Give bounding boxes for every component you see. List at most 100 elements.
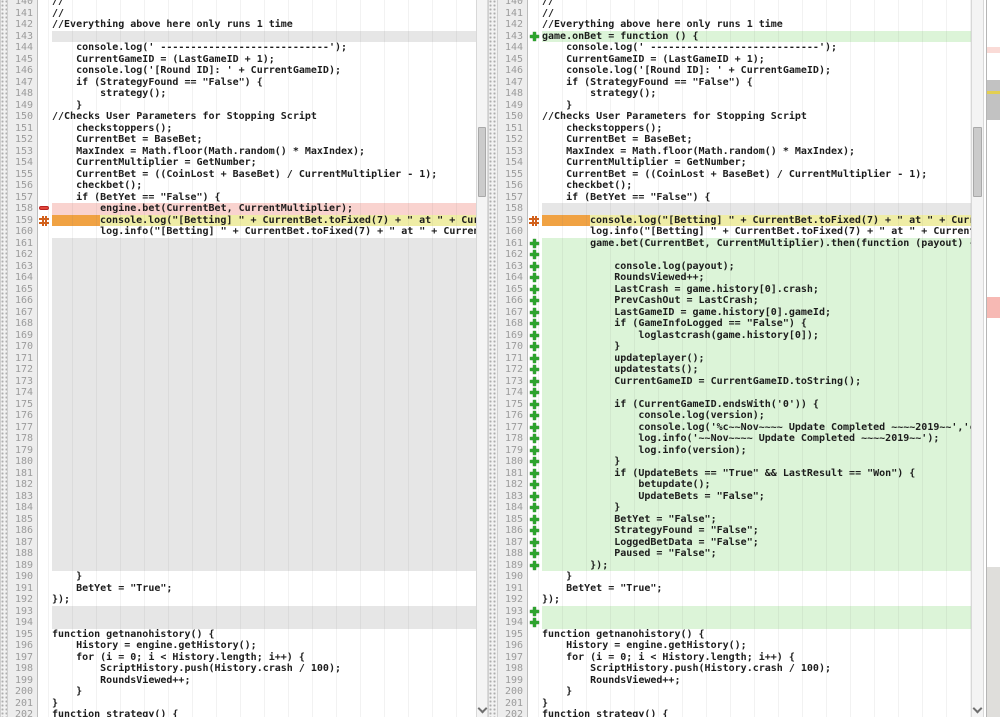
code-line[interactable]: 191 BetYet = "True"; [8, 583, 476, 595]
code-line[interactable]: 174 [8, 387, 476, 399]
code-line[interactable]: 194 [8, 617, 476, 629]
code-line[interactable]: 142 //Everything above here only runs 1 … [8, 19, 476, 31]
code-line[interactable]: 141 // [498, 8, 971, 20]
code-line[interactable]: 164 RoundsViewed++; [498, 272, 971, 284]
code-line[interactable]: 143 game.onBet = function () { [498, 31, 971, 43]
right-scrollbar-down-button[interactable] [972, 703, 983, 717]
code-line[interactable]: 144 console.log(' ----------------------… [8, 42, 476, 54]
code-line[interactable]: 141 // [8, 8, 476, 20]
code-line[interactable]: 177 console.log('%c~~Nov~~~~ Update Comp… [498, 422, 971, 434]
code-line[interactable]: 172 [8, 364, 476, 376]
code-line[interactable]: 192 }); [498, 594, 971, 606]
code-line[interactable]: 180 [8, 456, 476, 468]
code-line[interactable]: 179 [8, 445, 476, 457]
added-plus-icon[interactable] [530, 618, 539, 627]
added-plus-icon[interactable] [530, 296, 539, 305]
code-line[interactable]: 145 CurrentGameID = (LastGameID + 1); [8, 54, 476, 66]
code-line[interactable]: 171 updateplayer(); [498, 353, 971, 365]
code-line[interactable]: 195 function getnanohistory() { [498, 629, 971, 641]
code-line[interactable]: 151 checkstoppers(); [8, 123, 476, 135]
code-line[interactable]: 194 [498, 617, 971, 629]
code-line[interactable]: 148 strategy(); [8, 88, 476, 100]
code-line[interactable]: 193 [8, 606, 476, 618]
added-plus-icon[interactable] [530, 434, 539, 443]
code-line[interactable]: 167 [8, 307, 476, 319]
code-line[interactable]: 163 [8, 261, 476, 273]
code-line[interactable]: 159 console.log("[Betting] " + CurrentBe… [498, 215, 971, 227]
added-plus-icon[interactable] [530, 538, 539, 547]
added-plus-icon[interactable] [530, 250, 539, 259]
code-line[interactable]: 149 } [498, 100, 971, 112]
code-line[interactable]: 191 BetYet = "True"; [498, 583, 971, 595]
code-line[interactable]: 168 if (GameInfoLogged == "False") { [498, 318, 971, 330]
code-line[interactable]: 172 updatestats(); [498, 364, 971, 376]
added-plus-icon[interactable] [530, 273, 539, 282]
code-line[interactable]: 195 function getnanohistory() { [8, 629, 476, 641]
code-line[interactable]: 167 LastGameID = game.history[0].gameId; [498, 307, 971, 319]
code-line[interactable]: 199 RoundsViewed++; [498, 675, 971, 687]
code-line[interactable]: 140 // [498, 0, 971, 8]
code-line[interactable]: 154 CurrentMultiplier = GetNumber; [498, 157, 971, 169]
code-line[interactable]: 143 [8, 31, 476, 43]
code-line[interactable]: 187 [8, 537, 476, 549]
code-line[interactable]: 201 } [8, 698, 476, 710]
left-scrollbar-down-button[interactable] [477, 703, 487, 717]
code-line[interactable]: 163 console.log(payout); [498, 261, 971, 273]
added-plus-icon[interactable] [530, 549, 539, 558]
added-plus-icon[interactable] [530, 480, 539, 489]
added-plus-icon[interactable] [530, 308, 539, 317]
code-line[interactable]: 153 MaxIndex = Math.floor(Math.random() … [498, 146, 971, 158]
code-line[interactable]: 182 [8, 479, 476, 491]
code-line[interactable]: 177 [8, 422, 476, 434]
code-line[interactable]: 156 checkbet(); [498, 180, 971, 192]
code-line[interactable]: 142 //Everything above here only runs 1 … [498, 19, 971, 31]
code-line[interactable]: 196 History = engine.getHistory(); [498, 640, 971, 652]
code-line[interactable]: 169 [8, 330, 476, 342]
added-plus-icon[interactable] [530, 492, 539, 501]
code-line[interactable]: 175 if (CurrentGameID.endsWith('0')) { [498, 399, 971, 411]
added-plus-icon[interactable] [530, 607, 539, 616]
code-line[interactable]: 190 } [8, 571, 476, 583]
code-line[interactable]: 198 ScriptHistory.push(History.crash / 1… [8, 663, 476, 675]
code-line[interactable]: 190 } [498, 571, 971, 583]
added-plus-icon[interactable] [530, 285, 539, 294]
code-line[interactable]: 171 [8, 353, 476, 365]
added-plus-icon[interactable] [530, 239, 539, 248]
code-line[interactable]: 147 if (StrategyFound == "False") { [498, 77, 971, 89]
added-plus-icon[interactable] [530, 526, 539, 535]
code-line[interactable]: 148 strategy(); [498, 88, 971, 100]
left-scrollbar-thumb[interactable] [478, 127, 486, 197]
code-line[interactable]: 175 [8, 399, 476, 411]
added-plus-icon[interactable] [530, 561, 539, 570]
removed-minus-icon[interactable] [39, 206, 49, 210]
code-line[interactable]: 200 } [8, 686, 476, 698]
code-line[interactable]: 145 CurrentGameID = (LastGameID + 1); [498, 54, 971, 66]
added-plus-icon[interactable] [530, 331, 539, 340]
code-line[interactable]: 152 CurrentBet = BaseBet; [8, 134, 476, 146]
code-line[interactable]: 176 [8, 410, 476, 422]
code-line[interactable]: 181 [8, 468, 476, 480]
code-line[interactable]: 144 console.log(' ----------------------… [498, 42, 971, 54]
code-line[interactable]: 180 } [498, 456, 971, 468]
code-line[interactable]: 199 RoundsViewed++; [8, 675, 476, 687]
added-plus-icon[interactable] [530, 503, 539, 512]
added-plus-icon[interactable] [530, 457, 539, 466]
code-line[interactable]: 170 [8, 341, 476, 353]
code-line[interactable]: 165 [8, 284, 476, 296]
code-line[interactable]: 161 [8, 238, 476, 250]
code-line[interactable]: 197 for (i = 0; i < History.length; i++)… [8, 652, 476, 664]
code-line[interactable]: 161 game.bet(CurrentBet, CurrentMultipli… [498, 238, 971, 250]
code-line[interactable]: 196 History = engine.getHistory(); [8, 640, 476, 652]
code-line[interactable]: 152 CurrentBet = BaseBet; [498, 134, 971, 146]
added-plus-icon[interactable] [530, 32, 539, 41]
code-line[interactable]: 185 [8, 514, 476, 526]
code-line[interactable]: 146 console.log('[Round ID]: ' + Current… [498, 65, 971, 77]
code-line[interactable]: 181 if (UpdateBets == "True" && LastResu… [498, 468, 971, 480]
added-plus-icon[interactable] [530, 469, 539, 478]
code-line[interactable]: 185 BetYet = "False"; [498, 514, 971, 526]
code-line[interactable]: 162 [8, 249, 476, 261]
changed-icon[interactable] [529, 215, 539, 226]
code-line[interactable]: 154 CurrentMultiplier = GetNumber; [8, 157, 476, 169]
code-line[interactable]: 165 LastCrash = game.history[0].crash; [498, 284, 971, 296]
code-line[interactable]: 193 [498, 606, 971, 618]
